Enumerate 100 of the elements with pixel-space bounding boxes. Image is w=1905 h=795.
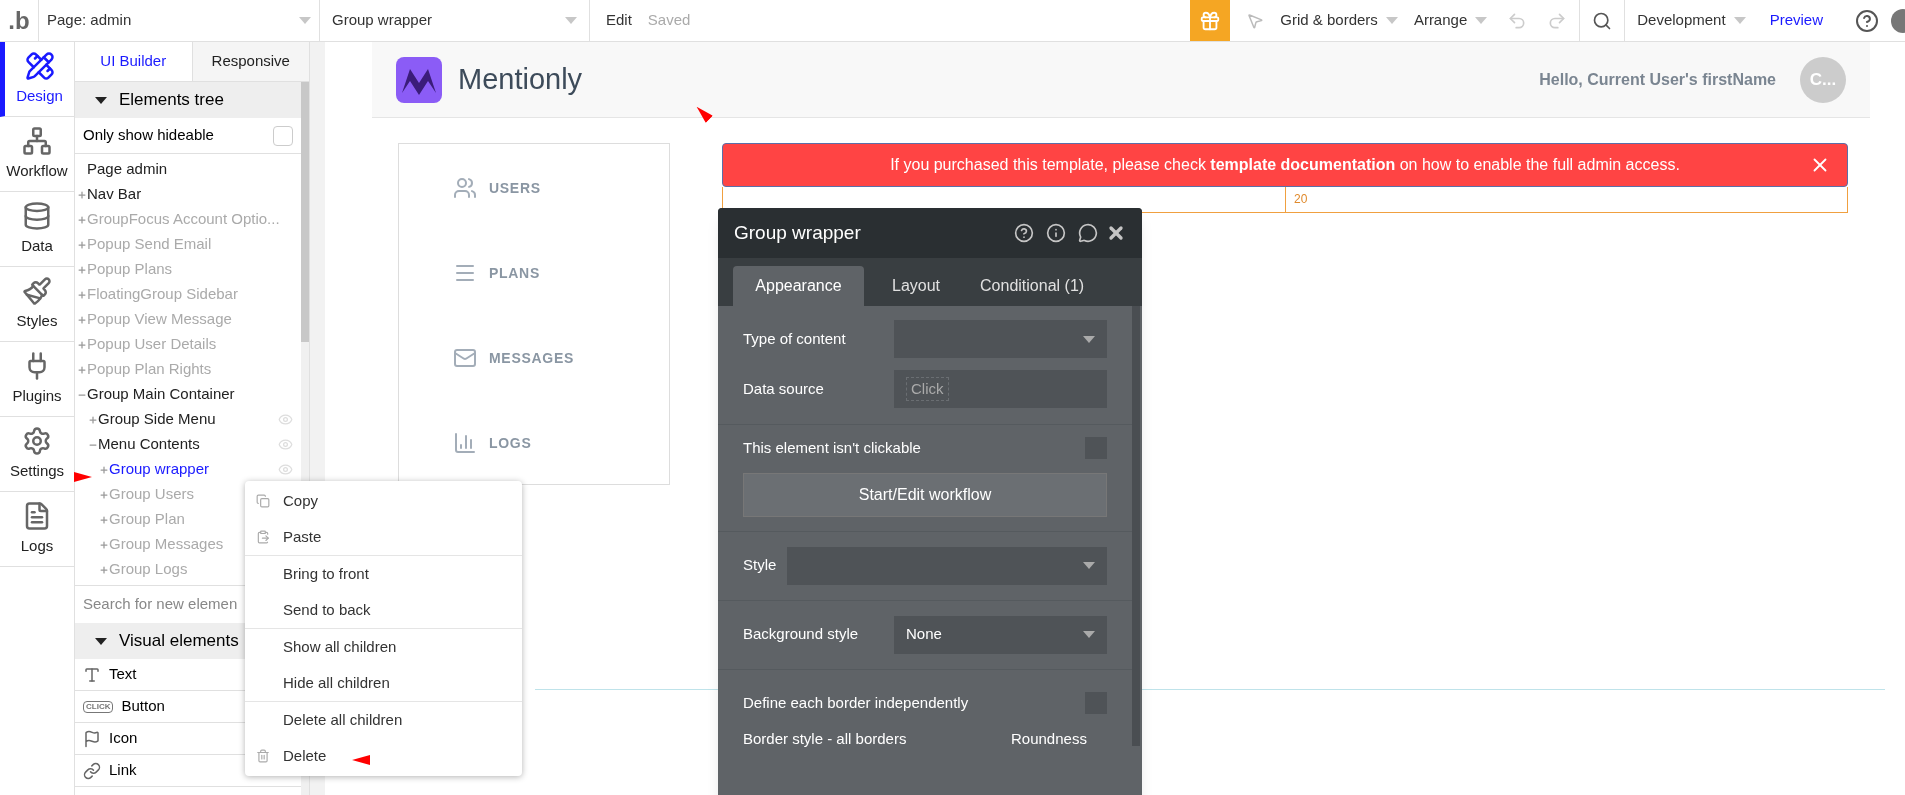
workflow-button[interactable]: Start/Edit workflow — [743, 472, 1107, 517]
field-label: Data source — [743, 378, 824, 399]
flag-icon — [83, 729, 101, 748]
eye-icon[interactable] — [278, 437, 293, 452]
link-icon — [83, 761, 101, 780]
logo[interactable]: .b — [0, 2, 38, 39]
pencil-ruler-icon — [24, 50, 55, 81]
caret-icon — [95, 96, 107, 104]
tree-item[interactable]: Group Main Container — [87, 383, 235, 406]
text-icon — [83, 665, 101, 684]
field-label: Background style — [743, 624, 859, 645]
help-icon[interactable] — [1855, 8, 1879, 33]
arrange-menu[interactable]: Arrange — [1413, 9, 1488, 32]
brush-icon — [22, 275, 52, 306]
expand-icon[interactable] — [77, 264, 87, 275]
info-icon[interactable] — [1046, 223, 1066, 243]
caret-icon — [1083, 335, 1095, 343]
tree-item[interactable]: Nav Bar — [87, 183, 142, 206]
sidebar-tab[interactable]: Workflow — [0, 117, 74, 192]
menu-item[interactable]: Bring to front — [245, 556, 522, 592]
expand-icon[interactable] — [77, 214, 87, 225]
tree-item[interactable]: Menu Contents — [98, 433, 200, 456]
paste-icon — [256, 530, 270, 544]
tree-item[interactable]: Page admin — [87, 158, 168, 181]
settings-icon — [22, 425, 52, 456]
gift-icon — [1199, 9, 1222, 32]
option-label: Only show hideable — [83, 125, 214, 146]
preview-link[interactable]: Preview — [1769, 9, 1823, 32]
expand-icon[interactable] — [99, 539, 109, 550]
save-status: Saved — [647, 10, 691, 31]
caret-icon — [565, 17, 577, 24]
alert-text: If you purchased this template, please check template documentation on how to enable the full admin access. — [890, 155, 1680, 175]
field-label: This element isn't clickable — [743, 438, 921, 458]
caret-icon — [299, 17, 311, 24]
sidebar-tab[interactable]: Plugins — [0, 342, 74, 417]
field-label: Define each border independently — [743, 692, 969, 713]
field-label: Type of content — [743, 328, 846, 349]
panel-tab[interactable]: Layout — [880, 266, 953, 306]
eye-icon[interactable] — [278, 412, 293, 427]
tree-item[interactable]: Group Side Menu — [98, 408, 216, 431]
expand-icon[interactable] — [99, 564, 109, 575]
field-label: Roundness — [1011, 729, 1087, 749]
menu-item[interactable]: Copy — [245, 483, 522, 519]
cursor-icon[interactable] — [1246, 11, 1265, 30]
click-badge-icon: CLICK — [83, 700, 114, 713]
grid-borders-menu[interactable]: Grid & borders — [1280, 9, 1398, 32]
caret-icon — [1083, 562, 1095, 569]
panel-tab[interactable]: Appearance — [733, 266, 864, 306]
sidebar-tab[interactable]: Styles — [0, 267, 74, 342]
help-icon[interactable] — [1014, 223, 1034, 243]
caret-icon — [1733, 17, 1746, 24]
expand-icon[interactable] — [77, 189, 87, 200]
caret-icon — [1385, 17, 1398, 24]
edit-menu[interactable]: Edit — [606, 9, 632, 32]
expand-icon[interactable] — [77, 364, 87, 375]
comment-icon[interactable] — [1078, 223, 1098, 243]
expand-icon[interactable] — [77, 314, 87, 325]
envelope-icon — [453, 346, 477, 370]
arrow-marker-icon — [74, 472, 92, 482]
element-select[interactable]: Group wrapper — [320, 0, 590, 41]
background-style-dropdown[interactable]: None — [894, 615, 1107, 654]
people-icon — [453, 176, 477, 200]
caret-icon — [1083, 631, 1095, 638]
section-header[interactable]: Elements tree — [75, 82, 301, 118]
close-icon[interactable] — [1106, 223, 1126, 243]
caret-icon — [95, 637, 107, 645]
gift-button[interactable] — [1190, 0, 1231, 41]
tree-item[interactable]: Group wrapper — [109, 458, 210, 481]
caret-icon — [1475, 17, 1488, 24]
scrollbar-thumb[interactable] — [1132, 306, 1140, 746]
redo-icon[interactable] — [1547, 10, 1568, 31]
panel-tab[interactable]: UI Builder — [75, 42, 193, 82]
sidebar-tab[interactable]: Data — [0, 192, 74, 267]
panel-title: Group wrapper — [734, 220, 862, 245]
sitemap-icon — [22, 125, 52, 156]
logo-icon — [396, 56, 442, 103]
panel-tab[interactable]: Conditional (1) — [968, 266, 1097, 306]
expand-icon[interactable] — [99, 514, 109, 525]
sidebar-tab[interactable]: Settings — [0, 417, 74, 492]
expand-icon[interactable] — [77, 239, 87, 250]
arrow-marker-icon — [352, 755, 370, 765]
expand-icon[interactable] — [99, 464, 109, 475]
panel-tab[interactable]: Responsive — [192, 42, 309, 82]
style-dropdown[interactable] — [787, 546, 1107, 585]
page-select[interactable]: Page: admin — [38, 0, 320, 41]
eye-icon[interactable] — [278, 462, 293, 477]
expand-icon[interactable] — [99, 489, 109, 500]
expand-icon[interactable] — [77, 339, 87, 350]
table-cell-text: 20 — [1293, 191, 1309, 208]
database-icon — [22, 200, 52, 231]
trash-icon — [256, 749, 270, 763]
menu-item[interactable]: Paste — [245, 519, 522, 555]
environment-select[interactable]: Development — [1624, 0, 1758, 41]
field-label: Border style - all borders — [743, 729, 908, 749]
search-icon[interactable] — [1592, 10, 1613, 31]
scrollbar-thumb[interactable] — [301, 82, 309, 342]
expand-icon[interactable] — [77, 289, 87, 300]
sidebar-tab[interactable]: Logs — [0, 492, 74, 567]
expand-icon[interactable] — [88, 414, 98, 425]
checkbox[interactable] — [273, 125, 293, 146]
